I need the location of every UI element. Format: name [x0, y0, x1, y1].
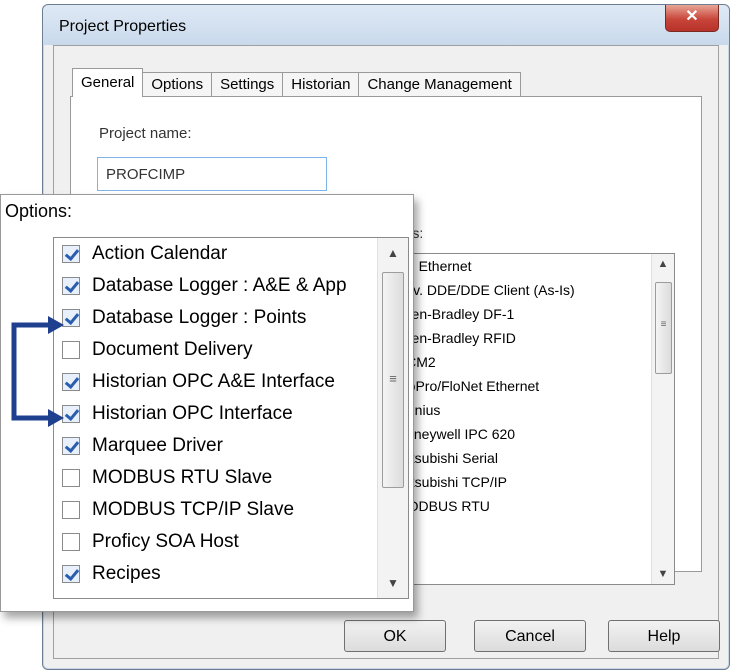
list-item[interactable]: AB Ethernet [374, 254, 674, 278]
options-callout-panel: Options: Action Calendar Database Logger… [0, 194, 414, 612]
option-label: Database Logger : Points [92, 307, 307, 328]
list-item[interactable]: Marquee Driver [54, 430, 408, 462]
cancel-button[interactable]: Cancel [474, 620, 586, 652]
protocols-list[interactable]: AB Ethernet Adv. DDE/DDE Client (As-Is) … [373, 253, 675, 585]
help-button[interactable]: Help [608, 620, 720, 652]
list-item[interactable]: Allen-Bradley RFID [374, 326, 674, 350]
list-item[interactable]: Proficy SOA Host [54, 526, 408, 558]
list-item[interactable]: FloPro/FloNet Ethernet [374, 374, 674, 398]
checkbox[interactable] [62, 341, 80, 359]
project-name-input[interactable]: PROFCIMP [97, 157, 327, 191]
scroll-up-icon[interactable]: ▲ [652, 258, 674, 270]
tab-settings[interactable]: Settings [211, 72, 284, 97]
list-item[interactable]: Adv. DDE/DDE Client (As-Is) [374, 278, 674, 302]
scroll-thumb[interactable]: ≡ [655, 282, 672, 374]
tab-options[interactable]: Options [142, 72, 213, 97]
close-icon: ✕ [685, 8, 699, 25]
list-item[interactable]: Database Logger : A&E & App [54, 270, 408, 302]
list-item[interactable]: CCM2 [374, 350, 674, 374]
option-label: Proficy SOA Host [92, 531, 239, 552]
protocols-scrollbar[interactable]: ▲ ≡ ▼ [651, 254, 674, 584]
option-label: Marquee Driver [92, 435, 223, 456]
list-item[interactable]: Historian OPC A&E Interface [54, 366, 408, 398]
checkbox[interactable] [62, 405, 80, 423]
list-item[interactable]: Allen-Bradley DF-1 [374, 302, 674, 326]
protocol-label: Adv. DDE/DDE Client (As-Is) [396, 282, 575, 298]
list-item[interactable]: Action Calendar [54, 238, 408, 270]
tab-strip: General Options Settings Historian Chang… [72, 68, 521, 97]
close-button[interactable]: ✕ [665, 5, 719, 32]
option-label: Historian OPC A&E Interface [92, 371, 335, 392]
window-title: Project Properties [59, 18, 187, 35]
title-bar: Project Properties ✕ [43, 5, 729, 45]
list-item[interactable]: MODBUS TCP/IP Slave [54, 494, 408, 526]
checkbox[interactable] [62, 533, 80, 551]
list-item[interactable]: Mitsubishi TCP/IP [374, 470, 674, 494]
project-name-label: Project name: [99, 125, 192, 142]
list-item[interactable]: MODBUS RTU [374, 494, 674, 518]
checkbox[interactable] [62, 437, 80, 455]
tab-general[interactable]: General [72, 68, 144, 97]
list-item[interactable]: MODBUS RTU Slave [54, 462, 408, 494]
option-label: Database Logger : A&E & App [92, 275, 347, 296]
list-item[interactable]: Database Logger : Points [54, 302, 408, 334]
grip-icon: ≡ [389, 371, 397, 386]
option-label: MODBUS TCP/IP Slave [92, 499, 295, 520]
checkbox[interactable] [62, 565, 80, 583]
option-label: Recipes [92, 563, 161, 584]
checkbox[interactable] [62, 501, 80, 519]
options-scrollbar[interactable]: ▲ ≡ ▼ [377, 238, 408, 598]
checkbox[interactable] [62, 277, 80, 295]
checkbox[interactable] [62, 469, 80, 487]
tab-change-management[interactable]: Change Management [358, 72, 521, 97]
options-list[interactable]: Action Calendar Database Logger : A&E & … [53, 237, 409, 599]
checkbox[interactable] [62, 245, 80, 263]
list-item[interactable]: Document Delivery [54, 334, 408, 366]
scroll-up-icon[interactable]: ▲ [378, 246, 408, 260]
list-item[interactable]: Honeywell IPC 620 [374, 422, 674, 446]
checkbox[interactable] [62, 373, 80, 391]
options-title: Options: [5, 201, 73, 221]
scroll-down-icon[interactable]: ▼ [652, 568, 674, 580]
option-label: Historian OPC Interface [92, 403, 293, 424]
list-item[interactable]: Genius [374, 398, 674, 422]
scroll-down-icon[interactable]: ▼ [378, 576, 408, 590]
scroll-thumb[interactable]: ≡ [382, 272, 404, 488]
list-item[interactable]: Historian OPC Interface [54, 398, 408, 430]
option-label: Action Calendar [92, 243, 228, 264]
grip-icon: ≡ [660, 319, 667, 330]
ok-button[interactable]: OK [344, 620, 446, 652]
option-label: MODBUS RTU Slave [92, 467, 273, 488]
tab-historian[interactable]: Historian [282, 72, 360, 97]
protocol-label: FloPro/FloNet Ethernet [396, 378, 540, 394]
list-item[interactable]: Recipes [54, 558, 408, 590]
option-label: Document Delivery [92, 339, 253, 360]
list-item[interactable]: Mitsubishi Serial [374, 446, 674, 470]
checkbox[interactable] [62, 309, 80, 327]
